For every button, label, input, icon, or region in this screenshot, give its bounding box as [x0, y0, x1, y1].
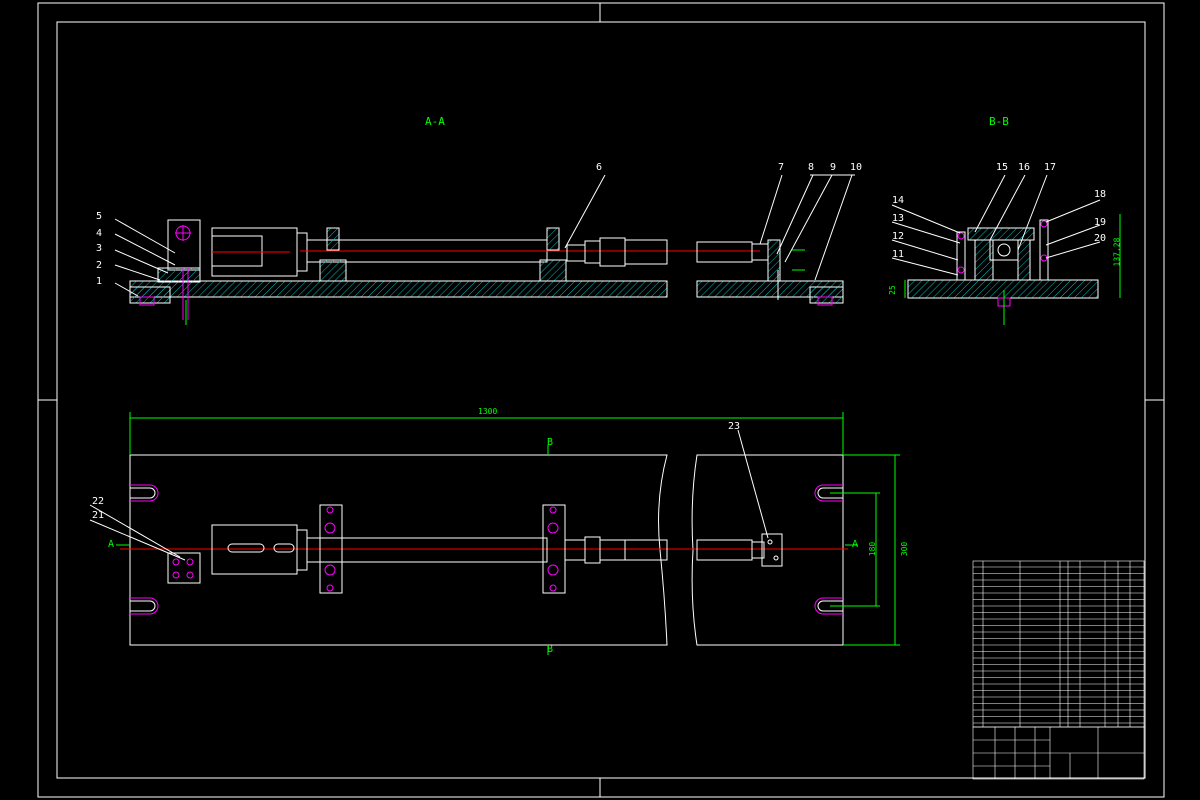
section-bb-view [891, 174, 1121, 325]
part-label-20: 20 [1094, 233, 1107, 244]
part-label-11: 11 [892, 249, 905, 260]
part-label-9: 9 [830, 162, 837, 173]
part-label-12: 12 [892, 231, 905, 242]
part-label-13: 13 [892, 213, 905, 224]
dim-height: 137.28 [1112, 237, 1122, 267]
parts-list-table [972, 560, 1145, 780]
plan-view [89, 412, 900, 655]
part-label-3: 3 [96, 243, 103, 254]
part-label-14: 14 [892, 195, 905, 206]
section-mark-b-top: B [547, 437, 554, 448]
section-aa-view [114, 174, 855, 325]
dim-overall-length: 1300 [478, 407, 498, 416]
part-label-8: 8 [808, 162, 815, 173]
dim-width-inner: 180 [868, 541, 878, 557]
section-bb-title: B-B [989, 115, 1009, 128]
part-label-18: 18 [1094, 189, 1107, 200]
part-label-17: 17 [1044, 162, 1057, 173]
part-label-23: 23 [728, 421, 741, 432]
section-mark-a-right: A [852, 539, 859, 550]
section-aa-title: A-A [425, 115, 445, 128]
part-label-6: 6 [596, 162, 603, 173]
part-label-19: 19 [1094, 217, 1107, 228]
dim-base-thickness: 25 [887, 285, 897, 295]
part-label-15: 15 [996, 162, 1009, 173]
part-label-7: 7 [778, 162, 785, 173]
part-label-4: 4 [96, 228, 103, 239]
cad-drawing [37, 2, 1165, 798]
part-label-10: 10 [850, 162, 863, 173]
dim-width-outer: 300 [900, 541, 910, 557]
part-label-22: 22 [92, 496, 105, 507]
part-label-21: 21 [92, 510, 105, 521]
part-label-5: 5 [96, 211, 103, 222]
section-mark-b-bottom: B [547, 644, 554, 655]
part-label-2: 2 [96, 260, 103, 271]
section-mark-a-left: A [108, 539, 115, 550]
part-label-1: 1 [96, 276, 103, 287]
part-label-16: 16 [1018, 162, 1031, 173]
